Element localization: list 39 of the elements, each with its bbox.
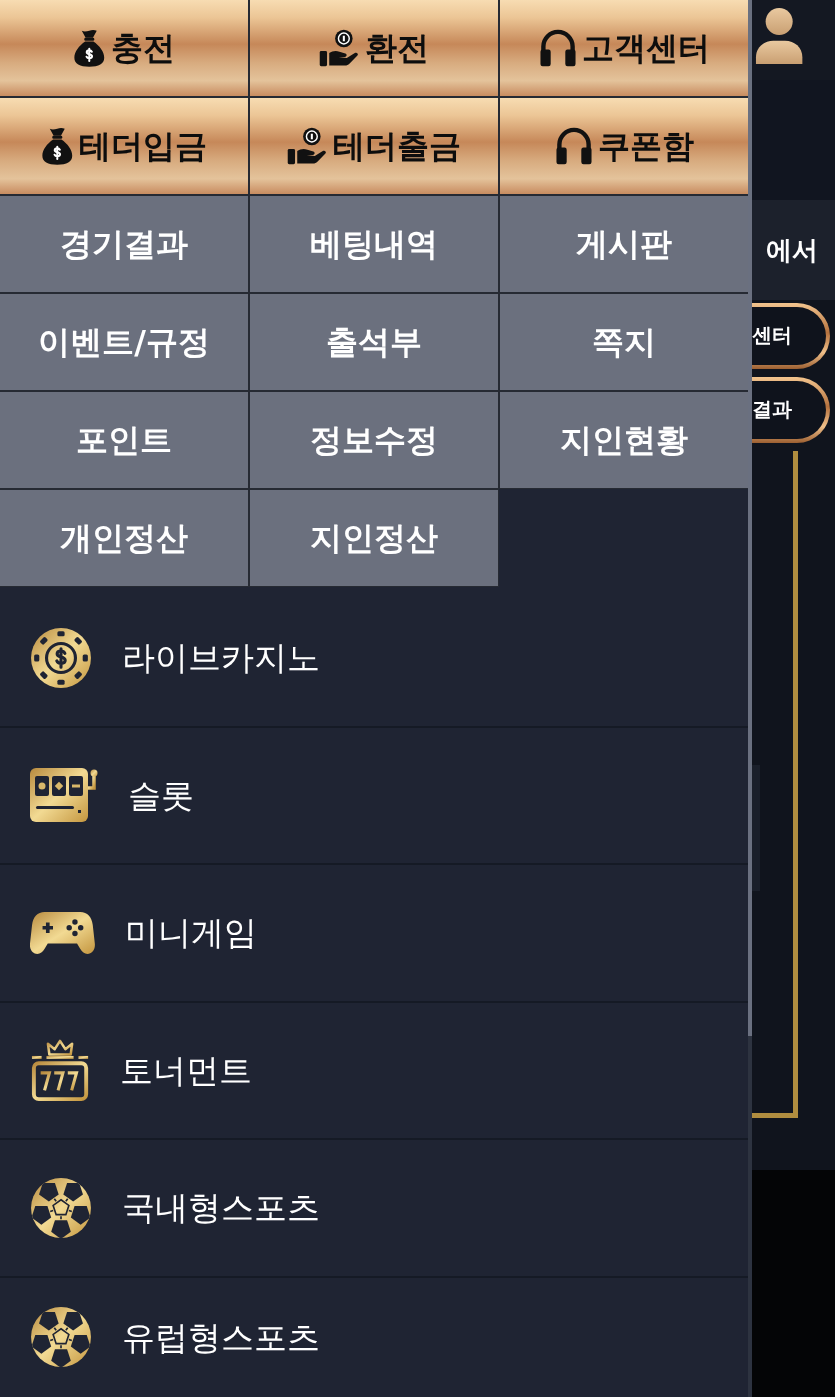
game-menu-item[interactable]: 유럽형스포츠 [0, 1277, 748, 1397]
menu-button[interactable]: 고객센터 [500, 0, 748, 96]
poker-chip-icon [30, 626, 92, 689]
menu-button[interactable]: 경기결과 [0, 196, 248, 292]
hand-coin-icon [319, 29, 360, 67]
menu-button[interactable]: 출석부 [250, 294, 498, 390]
money-bag-icon [73, 29, 106, 67]
menu-button[interactable]: 정보수정 [250, 392, 498, 488]
menu-button[interactable]: 테더출금 [250, 98, 498, 194]
headphones-icon [538, 29, 577, 67]
menu-button[interactable]: 개인정산 [0, 490, 248, 586]
menu-button[interactable]: 쪽지 [500, 294, 748, 390]
game-menu-item[interactable]: 미니게임 [0, 865, 748, 1003]
menu-button[interactable]: 이벤트/규정 [0, 294, 248, 390]
scrollbar-thumb[interactable] [748, 0, 752, 1036]
user-icon[interactable] [755, 6, 804, 64]
menu-button[interactable]: 포인트 [0, 392, 248, 488]
menu-button[interactable]: 테더입금 [0, 98, 248, 194]
crown-slot-icon [30, 1039, 91, 1102]
menu-button[interactable]: 쿠폰함 [500, 98, 748, 194]
game-menu-item[interactable]: 슬롯 [0, 727, 748, 865]
slot-machine-icon [30, 766, 98, 825]
page-heading: 에서 [765, 233, 818, 267]
menu-button[interactable]: 베팅내역 [250, 196, 498, 292]
menu-button[interactable]: 게시판 [500, 196, 748, 292]
hand-coin-icon [287, 127, 328, 165]
menu-button[interactable]: 지인정산 [250, 490, 498, 586]
game-menu-item[interactable]: 국내형스포츠 [0, 1140, 748, 1278]
headphones-icon [554, 127, 593, 165]
game-menu-item[interactable]: 토너먼트 [0, 1002, 748, 1140]
menu-button[interactable]: 지인현황 [500, 392, 748, 488]
menu-button[interactable]: 충전 [0, 0, 248, 96]
soccer-ball-icon [30, 1176, 92, 1239]
money-bag-icon [41, 127, 74, 165]
scrollbar-track[interactable] [748, 0, 752, 1397]
menu-button[interactable]: 환전 [250, 0, 498, 96]
soccer-ball-icon [30, 1306, 92, 1369]
game-menu-item[interactable]: 라이브카지노 [0, 590, 748, 728]
gamepad-icon [30, 909, 95, 956]
